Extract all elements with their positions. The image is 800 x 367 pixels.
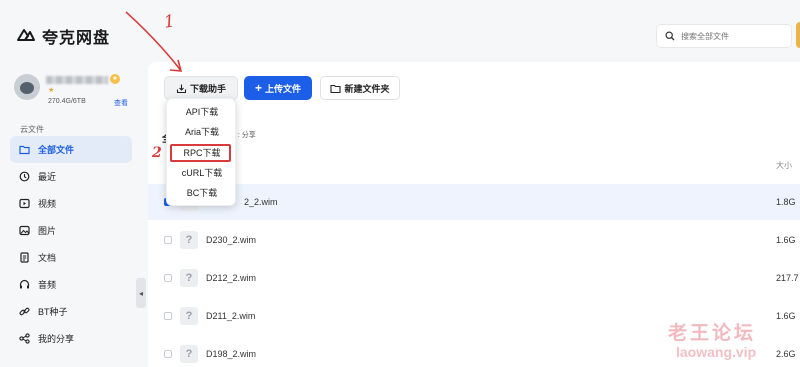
search-input[interactable] [681, 31, 781, 41]
sidebar-item-label: 最近 [38, 172, 57, 182]
image-icon [19, 225, 30, 236]
sidebar-item-bt[interactable]: BT种子 [10, 298, 132, 325]
video-icon [19, 198, 30, 209]
file-size: 2.6G [776, 349, 796, 359]
folder-icon [19, 144, 30, 155]
sidebar-item-video[interactable]: 视频 [10, 190, 132, 217]
app-logo[interactable]: 夸克网盘 [16, 24, 110, 48]
watermark-cn: 老王论坛 [668, 323, 757, 344]
sidebar-item-documents[interactable]: 文档 [10, 244, 132, 271]
file-name[interactable]: D198_2.wim [206, 349, 256, 359]
sidebar-item-label: 全部文件 [38, 145, 75, 155]
sidebar-item-audio[interactable]: 音频 [10, 271, 132, 298]
sidebar-item-label: 视频 [38, 199, 57, 209]
download-menu: API下载 Aria下载 RPC下载 cURL下载 BC下载 [166, 98, 236, 206]
document-icon [19, 252, 30, 263]
file-name[interactable]: D230_2.wim [206, 235, 256, 245]
menu-item-bc-download[interactable]: BC下载 [167, 184, 237, 202]
upload-button[interactable]: + 上传文件 [244, 76, 312, 100]
link-icon [19, 306, 30, 317]
top-avatar-edge[interactable] [796, 22, 800, 48]
unknown-file-icon: ? [180, 269, 198, 287]
row-checkbox[interactable] [164, 312, 172, 320]
menu-item-curl-download[interactable]: cURL下载 [167, 164, 237, 182]
file-size: 217.7 [776, 273, 799, 283]
table-row[interactable]: ? D230_2.wim 1.6G [148, 222, 800, 258]
unknown-file-icon: ? [180, 307, 198, 325]
download-helper-label: 下载助手 [189, 83, 226, 94]
search-box[interactable] [656, 24, 792, 48]
sidebar-item-label: BT种子 [38, 307, 68, 317]
file-size: 1.8G [776, 197, 796, 207]
new-folder-button[interactable]: 新建文件夹 [320, 76, 400, 100]
avatar[interactable] [14, 74, 40, 100]
table-row[interactable]: ? 2_2.wim 1.8G [148, 184, 800, 220]
view-storage-link[interactable]: 查看 [114, 98, 128, 108]
row-checkbox[interactable] [164, 274, 172, 282]
file-size: 1.6G [776, 311, 796, 321]
unknown-file-icon: ? [180, 345, 198, 363]
sidebar-item-label: 音频 [38, 280, 57, 290]
download-helper-button[interactable]: 下载助手 [164, 76, 238, 100]
search-icon [665, 31, 675, 41]
user-panel: ★ ★ 270.4G/6TB 查看 [14, 74, 130, 108]
file-name[interactable]: 2_2.wim [244, 197, 278, 207]
file-size: 1.6G [776, 235, 796, 245]
download-icon [176, 84, 187, 93]
table-row[interactable]: ? D212_2.wim 217.7 [148, 260, 800, 296]
sidebar-collapse-handle[interactable]: ◂ [136, 278, 146, 308]
sidebar-item-recent[interactable]: 最近 [10, 163, 132, 190]
annotation-step-2: 2 [152, 145, 162, 161]
sidebar-item-images[interactable]: 图片 [10, 217, 132, 244]
file-name[interactable]: D212_2.wim [206, 273, 256, 283]
folder-icon [330, 84, 342, 93]
annotation-arrow [125, 11, 183, 72]
level-star-icon: ★ [48, 87, 55, 94]
sidebar-nav: 全部文件 最近 视频 图片 文档 音频 BT种子 我的分享 [10, 136, 132, 352]
row-checkbox[interactable] [164, 350, 172, 358]
quark-logo-icon [17, 29, 35, 41]
row-checkbox[interactable] [164, 236, 172, 244]
sidebar-item-my-share[interactable]: 我的分享 [10, 325, 132, 352]
column-header-size[interactable]: 大小 [776, 160, 792, 171]
section-label: 云文件 [20, 125, 44, 134]
menu-item-api-download[interactable]: API下载 [167, 103, 237, 121]
share-icon [19, 333, 30, 344]
storage-usage: 270.4G/6TB [48, 98, 86, 105]
app-name: 夸克网盘 [42, 30, 111, 47]
watermark-en: laowang.vip [676, 344, 757, 360]
upload-label: 上传文件 [265, 83, 302, 94]
sidebar-item-all-files[interactable]: 全部文件 [10, 136, 132, 163]
unknown-file-icon: ? [180, 231, 198, 249]
sidebar-item-label: 我的分享 [38, 334, 75, 344]
clock-icon [19, 171, 30, 182]
file-name[interactable]: D211_2.wim [206, 311, 255, 321]
username-blurred [46, 76, 108, 84]
menu-item-aria-download[interactable]: Aria下载 [167, 123, 237, 141]
sidebar-item-label: 文档 [38, 253, 57, 263]
headphones-icon [19, 279, 30, 290]
menu-item-rpc-download[interactable]: RPC下载 [167, 144, 237, 162]
plus-icon: + [254, 81, 262, 95]
new-folder-label: 新建文件夹 [344, 83, 390, 94]
sidebar-item-label: 图片 [38, 226, 57, 236]
